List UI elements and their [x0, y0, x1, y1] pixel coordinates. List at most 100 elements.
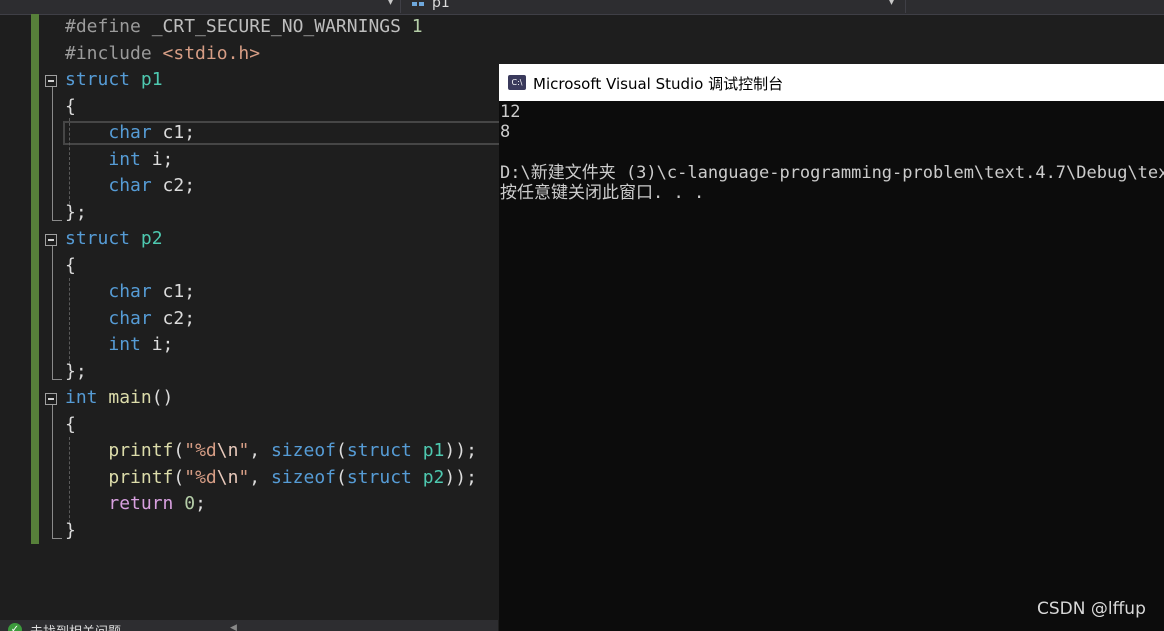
code-line[interactable]: char c1;: [65, 279, 195, 305]
code-token: c1;: [151, 281, 196, 302]
code-token: int: [65, 387, 98, 408]
code-token: (): [151, 387, 174, 408]
code-token: struct: [346, 466, 412, 488]
code-token: struct: [346, 440, 412, 461]
code-token: c2;: [151, 175, 196, 196]
code-line[interactable]: };: [65, 359, 87, 385]
code-line[interactable]: struct p2: [65, 226, 163, 252]
code-token: 1: [411, 16, 423, 37]
outline-end: [52, 220, 62, 221]
outline-end: [52, 538, 62, 539]
chevron-down-icon: ▾: [388, 0, 394, 8]
code-line[interactable]: struct p1: [65, 67, 163, 93]
console-app-icon: C:\: [508, 75, 526, 90]
code-line[interactable]: #define _CRT_SECURE_NO_WARNINGS 1: [65, 14, 423, 40]
outline-end: [52, 379, 62, 380]
scope-dropdown[interactable]: ▾: [0, 0, 401, 13]
console-title: Microsoft Visual Studio 调试控制台: [533, 75, 784, 93]
code-line[interactable]: int i;: [65, 147, 173, 173]
console-output-prompt: 按任意键关闭此窗口. . .: [500, 183, 705, 203]
debug-console-window[interactable]: C:\ Microsoft Visual Studio 调试控制台 12 8 D…: [499, 64, 1164, 631]
code-token: p1: [422, 440, 445, 461]
console-output-line: 12: [500, 102, 521, 122]
code-token: };: [65, 360, 87, 382]
code-token: {: [65, 254, 76, 276]
status-bar: ✓ 未找到相关问题 ◀: [0, 620, 498, 631]
code-token: ;: [195, 493, 206, 514]
outline-line: [52, 87, 53, 220]
code-token: <stdio.h>: [162, 42, 261, 64]
code-token: struct: [65, 228, 131, 249]
code-line[interactable]: {: [65, 253, 76, 279]
collapse-struct-p1-icon[interactable]: [45, 75, 57, 87]
code-token: char: [108, 307, 152, 329]
code-line[interactable]: int main(): [65, 385, 173, 411]
scroll-left-icon[interactable]: ◀: [230, 623, 237, 631]
code-token: ": [238, 440, 250, 461]
code-token: main: [108, 387, 152, 408]
code-token: {: [65, 413, 76, 435]
code-token: int: [108, 334, 141, 355]
code-token: i;: [140, 148, 174, 170]
status-message: 未找到相关问题: [30, 621, 121, 631]
code-token: printf: [108, 466, 174, 488]
member-label: p1: [432, 0, 450, 11]
code-token: p2: [422, 466, 445, 488]
code-line[interactable]: }: [65, 518, 76, 544]
console-output-path: D:\新建文件夹 (3)\c-language-programming-prob…: [500, 163, 1164, 183]
code-token: (: [336, 440, 347, 461]
code-token: _CRT_SECURE_NO_WARNINGS: [151, 16, 401, 37]
code-token: #include: [65, 42, 163, 64]
code-token: p1: [140, 69, 163, 90]
code-line[interactable]: {: [65, 412, 76, 438]
code-token: {: [65, 95, 76, 117]
code-token: "%d: [184, 466, 217, 488]
code-token: int: [108, 148, 141, 170]
code-token: ": [238, 466, 250, 488]
collapse-main-icon[interactable]: [45, 393, 57, 405]
code-token: i;: [140, 334, 174, 355]
code-line[interactable]: char c2;: [65, 173, 195, 199]
code-token: c1;: [151, 122, 196, 143]
code-token: \n: [216, 466, 239, 488]
code-token: }: [65, 519, 76, 541]
code-token: 0: [184, 493, 196, 514]
console-title-bar[interactable]: C:\ Microsoft Visual Studio 调试控制台: [499, 64, 1164, 101]
code-token: sizeof: [270, 466, 336, 488]
code-token: p2: [140, 228, 163, 249]
code-token: #define: [65, 16, 152, 37]
code-token: (: [173, 466, 185, 488]
code-line[interactable]: {: [65, 94, 76, 120]
code-token: ));: [444, 440, 477, 461]
code-token: (: [173, 440, 185, 461]
code-token: char: [108, 175, 152, 196]
code-token: \n: [216, 440, 239, 461]
check-icon: ✓: [8, 623, 22, 631]
code-token: char: [108, 122, 152, 143]
code-line[interactable]: printf("%d\n", sizeof(struct p1));: [65, 438, 477, 464]
code-line[interactable]: char c2;: [65, 306, 195, 332]
code-line[interactable]: #include <stdio.h>: [65, 41, 260, 67]
code-token: ,: [249, 440, 271, 461]
code-line[interactable]: printf("%d\n", sizeof(struct p2));: [65, 465, 477, 491]
code-token: };: [65, 201, 87, 223]
code-line[interactable]: char c1;: [65, 120, 195, 146]
code-line[interactable]: int i;: [65, 332, 173, 358]
collapse-struct-p2-icon[interactable]: [45, 234, 57, 246]
code-line[interactable]: return 0;: [65, 491, 206, 517]
code-line[interactable]: };: [65, 200, 87, 226]
change-tracking-bar: [31, 14, 39, 544]
member-dropdown[interactable]: ▾: [405, 0, 906, 13]
